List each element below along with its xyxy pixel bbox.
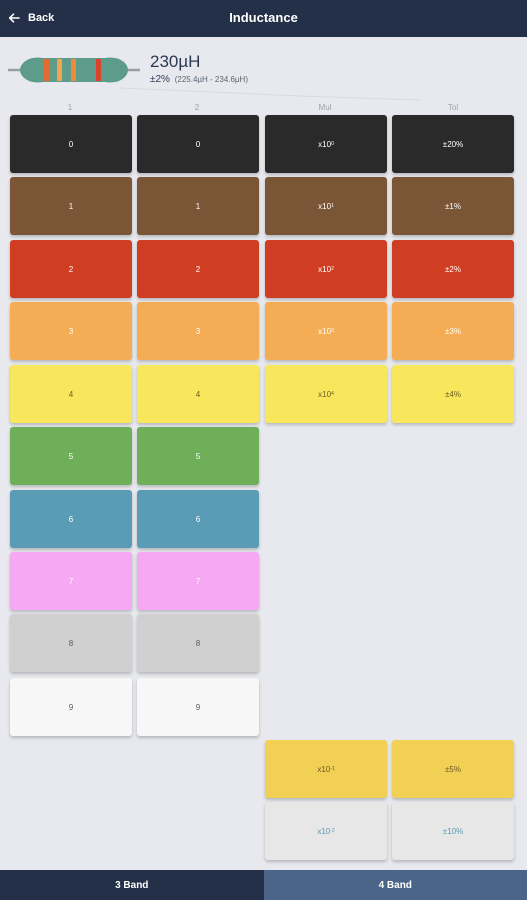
- digit1-cell-6[interactable]: 6: [10, 490, 132, 548]
- column-label-1: 1: [67, 103, 73, 112]
- multiplier-exponent: -1: [330, 766, 335, 772]
- digit2-cell-6[interactable]: 6: [137, 490, 259, 548]
- digit2-cell-2[interactable]: 2: [137, 240, 259, 298]
- cell-label: 7: [195, 576, 201, 586]
- cell-label: 8: [195, 638, 201, 648]
- multiplier-exponent: 4: [331, 391, 334, 397]
- tab-4-band[interactable]: 4 Band: [263, 870, 527, 900]
- multiplier-base: x10: [318, 264, 332, 274]
- digit1-cell-9[interactable]: 9: [10, 678, 132, 736]
- multiplier-cell-0[interactable]: x10 0: [265, 115, 387, 173]
- cell-label: 3: [195, 326, 201, 336]
- cell-label: 8: [68, 638, 74, 648]
- cell-label: 6: [195, 514, 201, 524]
- multiplier-base: x10: [317, 764, 331, 774]
- column-label-2: 2: [194, 103, 200, 112]
- column-label-mul: Mul: [318, 103, 332, 112]
- cell-label: ±10%: [442, 826, 464, 836]
- multiplier-cell-3[interactable]: x10 3: [265, 302, 387, 360]
- multiplier-base: x10: [317, 826, 331, 836]
- cell-label: 0: [68, 139, 74, 149]
- cell-label: 4: [195, 389, 201, 399]
- cell-label: 6: [68, 514, 74, 524]
- digit2-cell-4[interactable]: 4: [137, 365, 259, 423]
- tolerance-cell-2[interactable]: ±2%: [392, 240, 514, 298]
- multiplier-base: x10: [318, 326, 332, 336]
- cell-label: 2: [68, 264, 74, 274]
- cell-label: 5: [68, 451, 74, 461]
- cell-label: 0: [195, 139, 201, 149]
- cell-label: ±20%: [442, 139, 464, 149]
- cell-label: 3: [68, 326, 74, 336]
- multiplier-cell-4[interactable]: x10 4: [265, 365, 387, 423]
- tolerance-cell-4[interactable]: ±4%: [392, 365, 514, 423]
- multiplier-cell-2[interactable]: x10 2: [265, 240, 387, 298]
- multiplier-base: x10: [318, 201, 332, 211]
- cell-label: 9: [68, 702, 74, 712]
- cell-label: 1: [68, 201, 74, 211]
- multiplier-base: x10: [318, 139, 332, 149]
- tolerance-cell-6[interactable]: ±10%: [392, 802, 514, 860]
- digit2-cell-9[interactable]: 9: [137, 678, 259, 736]
- cell-label: 5: [195, 451, 201, 461]
- multiplier-cell--2[interactable]: x10 -2: [265, 802, 387, 860]
- digit1-cell-4[interactable]: 4: [10, 365, 132, 423]
- digit2-cell-1[interactable]: 1: [137, 177, 259, 235]
- multiplier-cell-1[interactable]: x10 1: [265, 177, 387, 235]
- digit1-cell-1[interactable]: 1: [10, 177, 132, 235]
- cell-label: 7: [68, 576, 74, 586]
- digit1-cell-0[interactable]: 0: [10, 115, 132, 173]
- cell-label: 4: [68, 389, 74, 399]
- digit1-cell-5[interactable]: 5: [10, 427, 132, 485]
- digit2-cell-0[interactable]: 0: [137, 115, 259, 173]
- multiplier-exponent: 2: [331, 266, 334, 272]
- digit1-cell-8[interactable]: 8: [10, 614, 132, 672]
- cell-label: ±2%: [445, 264, 461, 274]
- digit2-cell-3[interactable]: 3: [137, 302, 259, 360]
- tab-3-band[interactable]: 3 Band: [0, 870, 264, 900]
- cell-label: ±5%: [445, 764, 461, 774]
- digit2-cell-7[interactable]: 7: [137, 552, 259, 610]
- cell-label: ±3%: [445, 326, 461, 336]
- cell-label: 1: [195, 201, 201, 211]
- digit1-cell-7[interactable]: 7: [10, 552, 132, 610]
- multiplier-cell--1[interactable]: x10 -1: [265, 740, 387, 798]
- tolerance-cell-0[interactable]: ±20%: [392, 115, 514, 173]
- cell-label: 9: [195, 702, 201, 712]
- multiplier-base: x10: [318, 389, 332, 399]
- multiplier-exponent: 0: [331, 141, 334, 147]
- multiplier-exponent: 1: [331, 203, 334, 209]
- tolerance-cell-1[interactable]: ±1%: [392, 177, 514, 235]
- pointer-lines: [119, 87, 421, 101]
- digit1-cell-3[interactable]: 3: [10, 302, 132, 360]
- cell-label: ±1%: [445, 201, 461, 211]
- digit2-cell-8[interactable]: 8: [137, 614, 259, 672]
- digit2-cell-5[interactable]: 5: [137, 427, 259, 485]
- tolerance-cell-3[interactable]: ±3%: [392, 302, 514, 360]
- cell-label: ±4%: [445, 389, 461, 399]
- multiplier-exponent: -2: [330, 828, 335, 834]
- cell-label: 2: [195, 264, 201, 274]
- tolerance-cell-5[interactable]: ±5%: [392, 740, 514, 798]
- band-tabs: 3 Band 4 Band: [0, 870, 527, 900]
- column-label-tol: Tol: [447, 103, 459, 112]
- digit1-cell-2[interactable]: 2: [10, 240, 132, 298]
- multiplier-exponent: 3: [331, 328, 334, 334]
